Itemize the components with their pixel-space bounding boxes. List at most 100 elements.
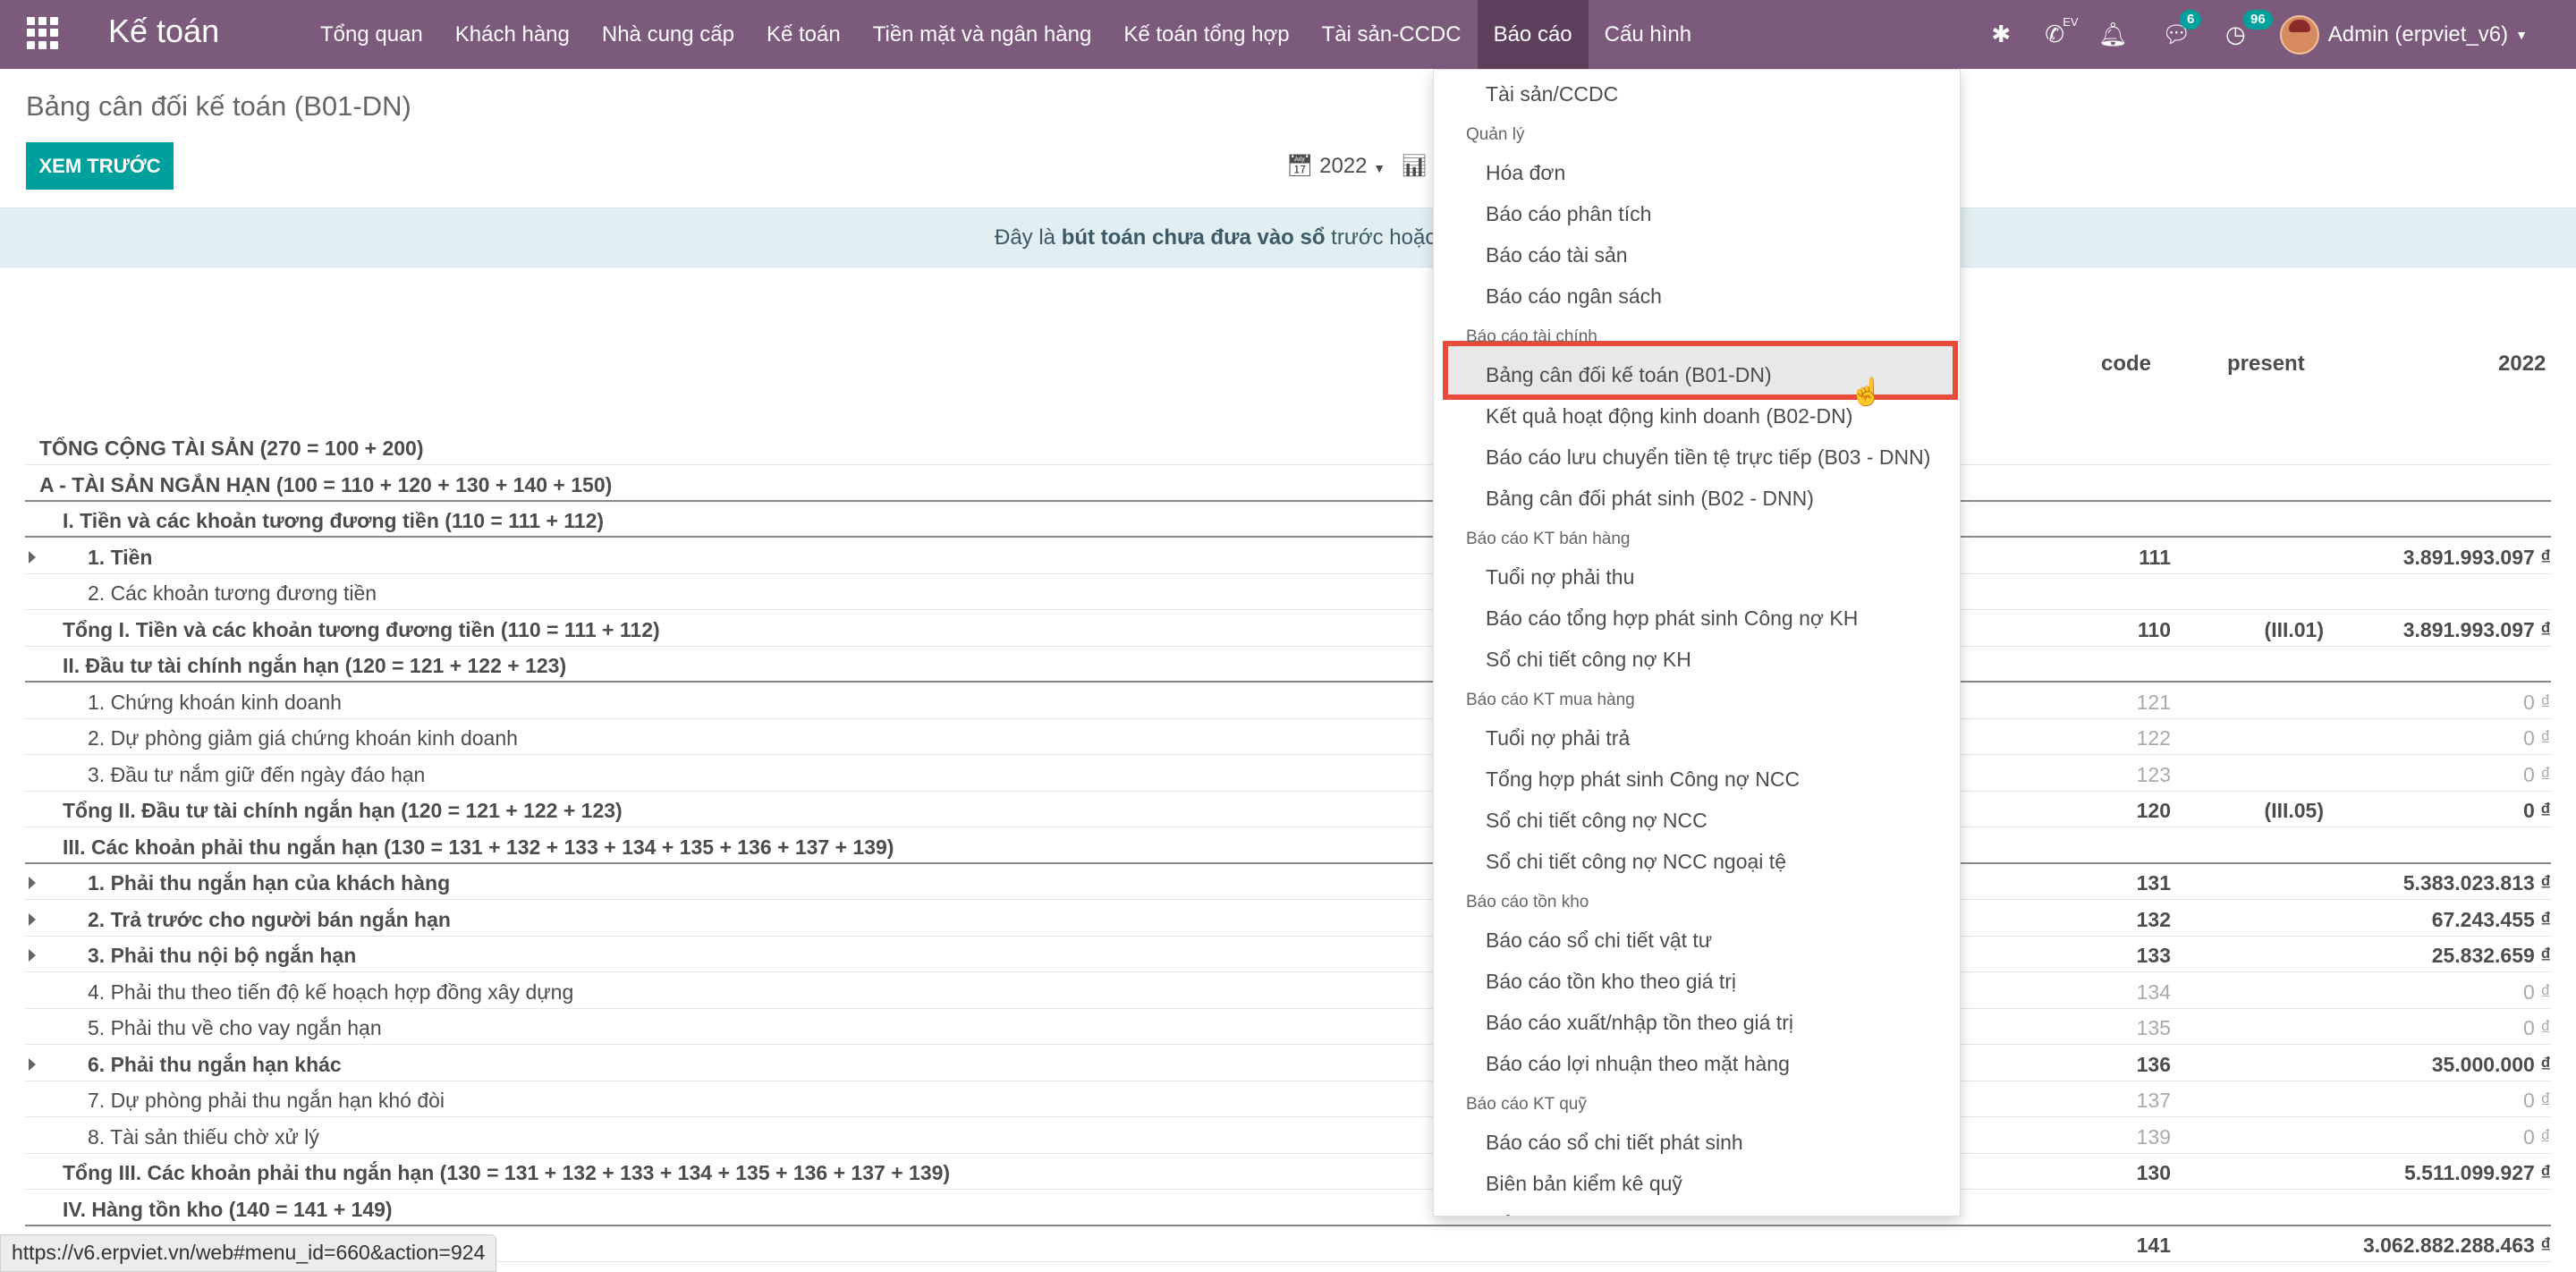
menu-item-8[interactable]: Cấu hình (1589, 0, 1707, 69)
row-label: III. Các khoản phải thu ngắn hạn (130 = … (63, 835, 894, 859)
row-value: 5.511.099.927 ₫ (2403, 1161, 2551, 1184)
row-value: 0 ₫ (2523, 1016, 2551, 1039)
table-row: Tổng I. Tiền và các khoản tương đương ti… (25, 611, 2551, 647)
menu-item-3[interactable]: Kế toán (750, 0, 857, 69)
caret-right-icon[interactable] (29, 949, 36, 962)
table-row: III. Các khoản phải thu ngắn hạn (130 = … (25, 828, 2551, 864)
notice-prefix: Đây là (995, 225, 1062, 250)
apps-grid-icon[interactable] (27, 17, 59, 49)
caret-right-icon[interactable] (29, 1057, 36, 1071)
table-row: A - TÀI SẢN NGẮN HẠN (100 = 110 + 120 + … (25, 466, 2551, 502)
caret-right-icon[interactable] (29, 550, 36, 564)
row-label: 2. Trả trước cho người bán ngắn hạn (88, 907, 451, 931)
table-row[interactable]: 1. Phải thu ngắn hạn của khách hàng 131 5.… (25, 864, 2551, 900)
row-present: (III.05) (2264, 799, 2324, 822)
menu-item-4[interactable]: Tiền mặt và ngân hàng (857, 0, 1108, 69)
preview-button[interactable]: XEM TRƯỚC (26, 142, 174, 190)
row-code: 136 (2136, 1052, 2171, 1076)
phone-icon[interactable]: ✆ EV (2045, 15, 2078, 48)
user-menu[interactable]: Admin (erpviet_v6) ▼ (2279, 14, 2528, 55)
table-row[interactable]: 2. Trả trước cho người bán ngắn hạn 132 67… (25, 901, 2551, 937)
menu-item-7[interactable]: Báo cáo (1477, 0, 1589, 69)
avatar (2279, 14, 2319, 55)
table-row[interactable]: 6. Phải thu ngắn hạn khác 136 35.000.000 ₫ (25, 1046, 2551, 1081)
bug-icon[interactable]: ✱ (1991, 21, 2011, 48)
chat-icon[interactable]: 💬︎ 6 (2162, 10, 2202, 48)
menu-section-header: Quản lý (1466, 125, 1525, 144)
dropdown-menu-item[interactable]: Bảng cân đối phát sinh (B02 - DNN) (1486, 487, 1814, 511)
row-label: 1. Phải thu ngắn hạn của khách hàng (88, 871, 451, 895)
dropdown-menu-item[interactable]: Sổ nhật ký thu chi (1486, 1213, 1649, 1216)
status-url: https://v6.erpviet.vn/web#menu_id=660&ac… (0, 1234, 497, 1272)
hand-cursor-icon: ☝ (1850, 377, 1884, 407)
column-header-period: 2022 (2498, 352, 2546, 376)
menu-item-1[interactable]: Khách hàng (439, 0, 586, 69)
table-row: Tổng III. Các khoản phải thu ngắn hạn (1… (25, 1154, 2551, 1190)
user-name: Admin (erpviet_v6) (2327, 21, 2509, 47)
row-code: 111 (2139, 545, 2171, 569)
table-row: 4. Phải thu theo tiến độ kế hoạch hợp đồ… (25, 973, 2551, 1009)
row-label: 1. Tiền (88, 545, 153, 569)
app-title[interactable]: Kế toán (108, 13, 219, 50)
table-row: Tổng II. Đầu tư tài chính ngắn hạn (120 … (25, 792, 2551, 827)
notice-bold: bút toán chưa đưa vào sổ (1061, 225, 1326, 250)
row-value: 0 ₫ (2523, 979, 2551, 1004)
bell-icon[interactable]: 🔔︎ (2098, 21, 2128, 48)
row-code: 132 (2136, 907, 2171, 931)
menu-item-0[interactable]: Tổng quan (304, 0, 439, 69)
row-label: Tổng III. Các khoản phải thu ngắn hạn (1… (63, 1161, 951, 1184)
table-row[interactable]: 1. Tiền 111 3.891.993.097 ₫ (25, 538, 2551, 574)
caret-right-icon[interactable] (29, 877, 36, 889)
dropdown-menu-item[interactable]: Báo cáo lưu chuyển tiền tệ trực tiếp (B0… (1486, 445, 1930, 470)
row-value: 0 ₫ (2523, 690, 2551, 714)
menu-item-6[interactable]: Tài sản-CCDC (1306, 0, 1478, 69)
dropdown-menu-item[interactable]: Báo cáo xuất/nhập tồn theo giá trị (1486, 1011, 1793, 1035)
dropdown-menu-item[interactable]: Báo cáo tài sản (1486, 243, 1628, 267)
table-row: IV. Hàng tồn kho (140 = 141 + 149) (25, 1191, 2551, 1226)
menu-item-5[interactable]: Kế toán tổng hợp (1107, 0, 1305, 69)
year-filter-label: 2022 (1319, 154, 1368, 178)
activity-badge: 96 (2243, 10, 2273, 30)
column-header-present: present (2227, 352, 2305, 376)
row-label: II. Đầu tư tài chính ngắn hạn (120 = 121… (63, 654, 567, 677)
row-code: 120 (2136, 799, 2171, 822)
menu-item-2[interactable]: Nhà cung cấp (586, 0, 750, 69)
dropdown-menu-item[interactable]: Tuổi nợ phải thu (1486, 565, 1634, 589)
dropdown-menu-item[interactable]: Tài sản/CCDC (1486, 82, 1618, 106)
dropdown-menu-item[interactable]: Tổng hợp phát sinh Công nợ NCC (1486, 767, 1800, 792)
activity-clock-icon[interactable]: ◷ 96 (2225, 10, 2273, 48)
caret-right-icon[interactable] (29, 912, 36, 926)
dropdown-menu-item[interactable]: Hóa đơn (1486, 161, 1565, 185)
row-label: 6. Phải thu ngắn hạn khác (88, 1052, 342, 1076)
row-value: 35.000.000 ₫ (2431, 1052, 2551, 1076)
row-label: 1. Chứng khoán kinh doanh (88, 690, 342, 714)
menu-section-header: Báo cáo KT quỹ (1466, 1095, 1587, 1114)
row-code: 141 (2136, 1234, 2171, 1257)
dropdown-menu-item[interactable]: Báo cáo lợi nhuận theo mặt hàng (1486, 1052, 1790, 1076)
dropdown-menu-item[interactable]: Báo cáo phân tích (1486, 202, 1651, 226)
menu-item-balance-sheet-selected[interactable]: Bảng cân đối kế toán (B01-DN) (1486, 363, 1772, 387)
table-row: 1. Chứng khoán kinh doanh 121 0 ₫ (25, 683, 2551, 719)
dropdown-menu-item[interactable]: Sổ chi tiết công nợ KH (1486, 648, 1691, 672)
phone-label: EV (2063, 15, 2079, 29)
dropdown-menu-item[interactable]: Báo cáo sổ chi tiết phát sinh (1486, 1131, 1743, 1155)
row-label: Tổng I. Tiền và các khoản tương đương ti… (63, 617, 660, 641)
table-row[interactable]: 3. Phải thu nội bộ ngắn hạn 133 25.832.659… (25, 937, 2551, 972)
dropdown-menu-item[interactable]: Kết quả hoạt động kinh doanh (B02-DN) (1486, 404, 1852, 428)
dropdown-menu-item[interactable]: Sổ chi tiết công nợ NCC (1486, 809, 1707, 833)
dropdown-menu-item[interactable]: Biên bản kiểm kê quỹ (1486, 1172, 1682, 1196)
row-label: 7. Dự phòng phải thu ngắn hạn khó đòi (88, 1089, 445, 1112)
dropdown-menu-item[interactable]: Báo cáo ngân sách (1486, 284, 1662, 309)
main-menu: Tổng quan Khách hàng Nhà cung cấp Kế toán Ti… (304, 0, 1707, 69)
dropdown-menu-item[interactable]: Tuổi nợ phải trả (1486, 726, 1630, 750)
dropdown-menu-item[interactable]: Báo cáo tồn kho theo giá trị (1486, 970, 1736, 994)
dropdown-menu-item[interactable]: Báo cáo sổ chi tiết vật tư (1486, 929, 1712, 953)
year-filter-dropdown[interactable]: 📅︎ 2022 ▼ (1286, 153, 1385, 179)
row-label: Tổng II. Đầu tư tài chính ngắn hạn (120 … (63, 799, 623, 822)
dropdown-menu-item[interactable]: Sổ chi tiết công nợ NCC ngoại tệ (1486, 850, 1786, 874)
dropdown-menu-item[interactable]: Báo cáo tổng hợp phát sinh Công nợ KH (1486, 606, 1858, 631)
menu-section-header: Báo cáo KT bán hàng (1466, 530, 1631, 548)
row-code: 137 (2136, 1089, 2171, 1112)
row-label: TỔNG CỘNG TÀI SẢN (270 = 100 + 200) (39, 437, 424, 460)
notice-text: Đây là bút toán chưa đưa vào sổ trước ho… (995, 225, 1467, 250)
